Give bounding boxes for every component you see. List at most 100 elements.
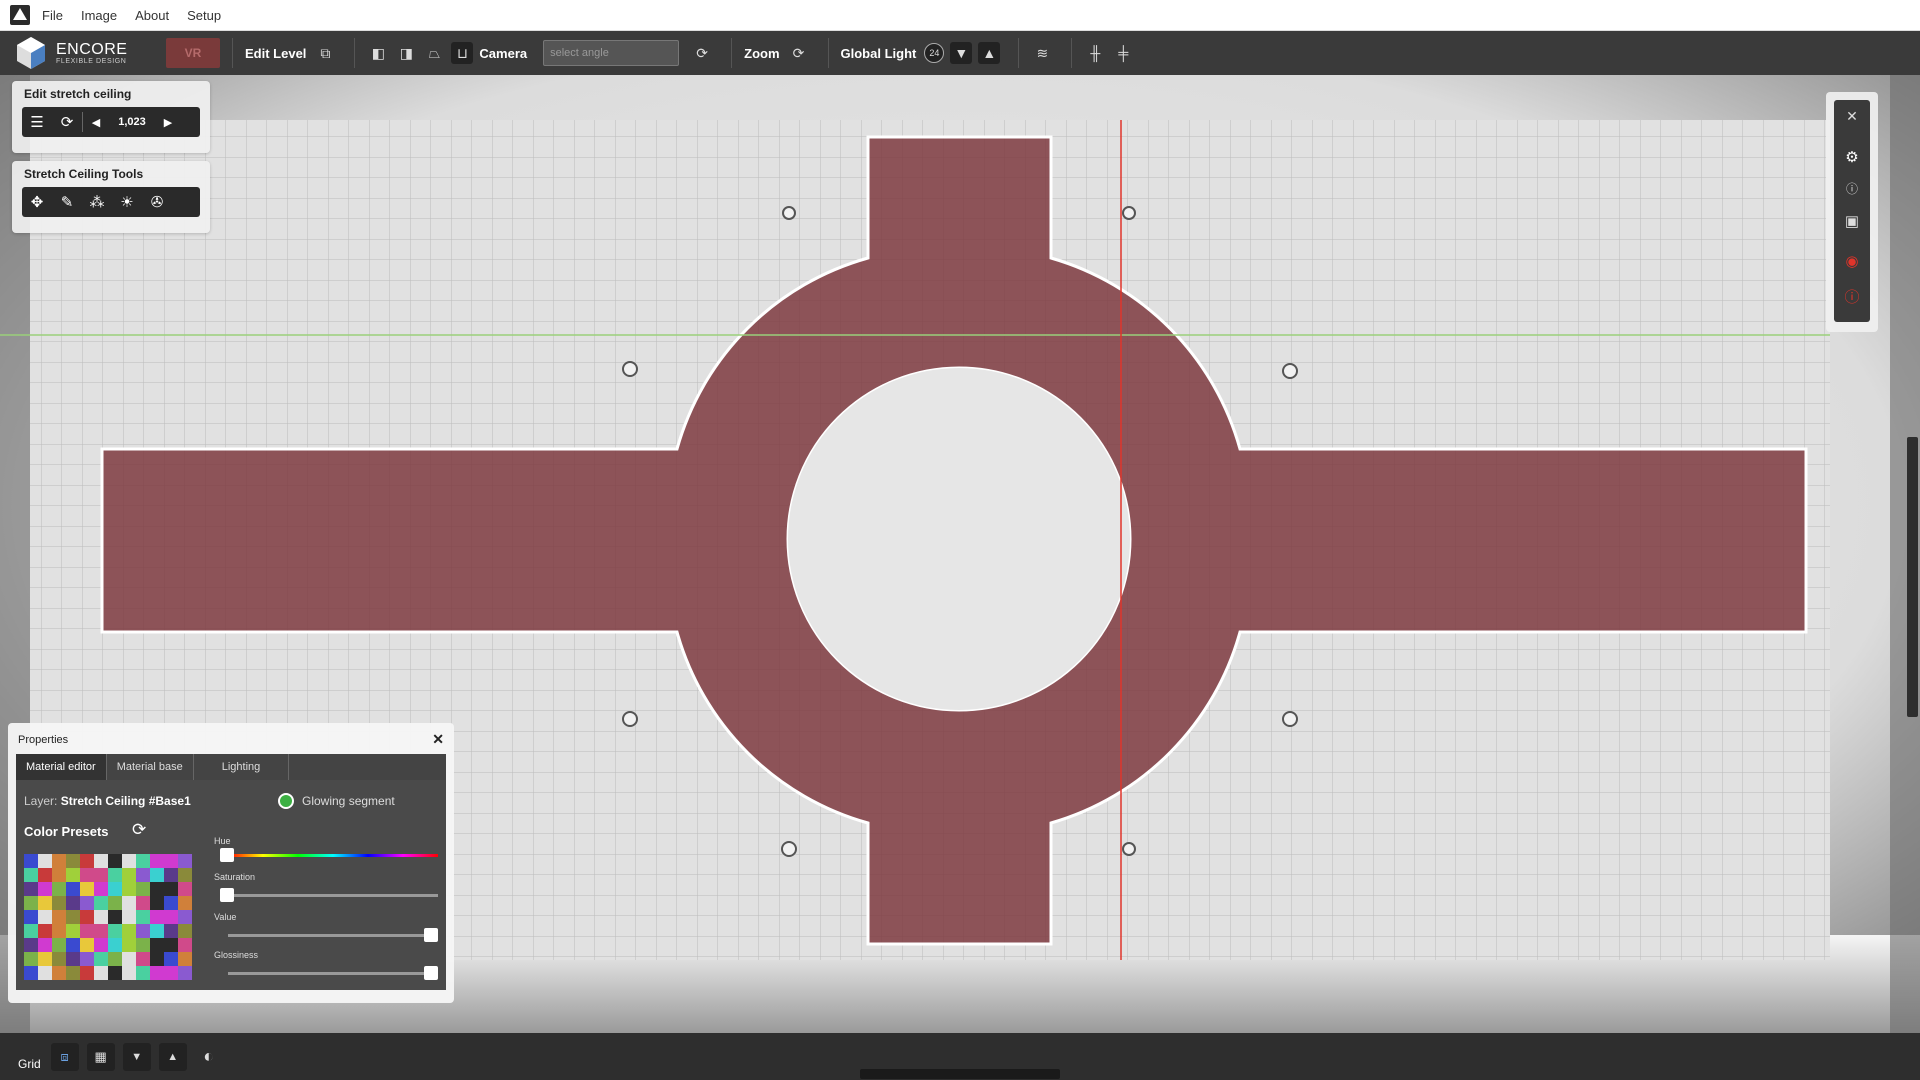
view-right-wall-icon[interactable]: ◨ [395, 42, 417, 64]
hue-slider-knob[interactable] [220, 848, 234, 862]
color-swatch[interactable] [108, 882, 122, 896]
color-swatch[interactable] [150, 952, 164, 966]
color-swatch[interactable] [122, 882, 136, 896]
color-swatch[interactable] [52, 896, 66, 910]
color-swatch[interactable] [122, 868, 136, 882]
layers-icon[interactable]: ≋ [1031, 42, 1053, 64]
view-left-wall-icon[interactable]: ◧ [367, 42, 389, 64]
copy-level-icon[interactable]: ⧉ [314, 42, 336, 64]
color-swatch[interactable] [150, 868, 164, 882]
color-swatch[interactable] [136, 868, 150, 882]
color-swatch[interactable] [150, 854, 164, 868]
color-swatch[interactable] [38, 938, 52, 952]
color-swatch[interactable] [94, 868, 108, 882]
color-swatch[interactable] [136, 938, 150, 952]
color-swatch[interactable] [108, 938, 122, 952]
color-swatch[interactable] [80, 952, 94, 966]
color-swatch[interactable] [122, 966, 136, 980]
grid-camera-icon[interactable]: ⧈ [50, 1042, 79, 1071]
glowing-segment-toggle[interactable]: Glowing segment [278, 793, 395, 809]
color-swatch[interactable] [80, 868, 94, 882]
color-swatch[interactable] [122, 854, 136, 868]
chevron-right-icon[interactable]: ▶ [155, 108, 181, 136]
color-swatch[interactable] [178, 952, 192, 966]
color-swatch[interactable] [164, 882, 178, 896]
move-icon[interactable]: ✥ [22, 188, 52, 216]
refresh-presets-icon[interactable]: ⟳ [132, 820, 146, 840]
chevron-down-icon[interactable]: ▼ [122, 1042, 151, 1071]
color-swatch[interactable] [150, 938, 164, 952]
color-swatch[interactable] [66, 910, 80, 924]
color-swatch[interactable] [52, 924, 66, 938]
view-perspective-icon[interactable]: ⏢ [423, 42, 445, 64]
color-presets-grid[interactable] [24, 854, 192, 980]
gear-icon[interactable]: ⚙ [1834, 148, 1870, 166]
color-swatch[interactable] [94, 966, 108, 980]
color-swatch[interactable] [164, 896, 178, 910]
chevron-left-icon[interactable]: ◀ [83, 108, 109, 136]
color-swatch[interactable] [52, 938, 66, 952]
color-swatch[interactable] [150, 966, 164, 980]
view-ceiling-icon[interactable]: ⊔ [451, 42, 474, 64]
color-swatch[interactable] [24, 882, 38, 896]
color-swatch[interactable] [38, 952, 52, 966]
color-swatch[interactable] [136, 882, 150, 896]
color-swatch[interactable] [94, 924, 108, 938]
color-swatch[interactable] [80, 854, 94, 868]
color-swatch[interactable] [136, 896, 150, 910]
color-swatch[interactable] [150, 896, 164, 910]
color-swatch[interactable] [164, 966, 178, 980]
color-swatch[interactable] [136, 910, 150, 924]
color-swatch[interactable] [164, 868, 178, 882]
color-swatch[interactable] [122, 896, 136, 910]
color-swatch[interactable] [52, 910, 66, 924]
chevron-down-icon[interactable]: ▼ [950, 42, 973, 64]
color-swatch[interactable] [164, 924, 178, 938]
color-swatch[interactable] [178, 882, 192, 896]
color-swatch[interactable] [66, 896, 80, 910]
select-angle-dropdown[interactable]: select angle [543, 40, 680, 66]
contrast-icon[interactable]: ◐ [195, 1043, 223, 1071]
color-swatch[interactable] [94, 910, 108, 924]
chevron-up-icon[interactable]: ▲ [978, 42, 1001, 64]
color-swatch[interactable] [108, 868, 122, 882]
menu-about[interactable]: About [135, 8, 169, 23]
color-swatch[interactable] [178, 924, 192, 938]
aperture-icon[interactable]: ✇ [142, 188, 172, 216]
color-swatch[interactable] [66, 882, 80, 896]
color-swatch[interactable] [150, 910, 164, 924]
color-swatch[interactable] [38, 910, 52, 924]
color-swatch[interactable] [150, 882, 164, 896]
color-swatch[interactable] [178, 868, 192, 882]
color-swatch[interactable] [122, 938, 136, 952]
alert-icon[interactable]: ⓘ [1834, 286, 1870, 307]
color-swatch[interactable] [122, 952, 136, 966]
color-swatch[interactable] [80, 924, 94, 938]
color-swatch[interactable] [164, 910, 178, 924]
color-swatch[interactable] [24, 854, 38, 868]
color-swatch[interactable] [80, 910, 94, 924]
menu-image[interactable]: Image [81, 8, 117, 23]
color-swatch[interactable] [108, 910, 122, 924]
color-swatch[interactable] [52, 882, 66, 896]
menu-file[interactable]: File [42, 8, 63, 23]
value-slider-knob[interactable] [424, 928, 438, 942]
color-swatch[interactable] [136, 854, 150, 868]
light-bulb-icon[interactable]: ☀ [112, 188, 142, 216]
color-swatch[interactable] [178, 938, 192, 952]
color-swatch[interactable] [38, 924, 52, 938]
menu-setup[interactable]: Setup [187, 8, 221, 23]
vr-button[interactable]: VR [166, 38, 220, 68]
spot-lights-icon[interactable]: ⁂ [82, 188, 112, 216]
color-swatch[interactable] [108, 924, 122, 938]
info-icon[interactable]: ⓘ [1834, 180, 1870, 197]
color-swatch[interactable] [108, 966, 122, 980]
color-swatch[interactable] [164, 938, 178, 952]
color-swatch[interactable] [178, 896, 192, 910]
color-swatch[interactable] [66, 966, 80, 980]
color-swatch[interactable] [164, 854, 178, 868]
value-slider[interactable] [228, 934, 438, 937]
color-swatch[interactable] [24, 896, 38, 910]
color-swatch[interactable] [24, 966, 38, 980]
color-swatch[interactable] [38, 966, 52, 980]
